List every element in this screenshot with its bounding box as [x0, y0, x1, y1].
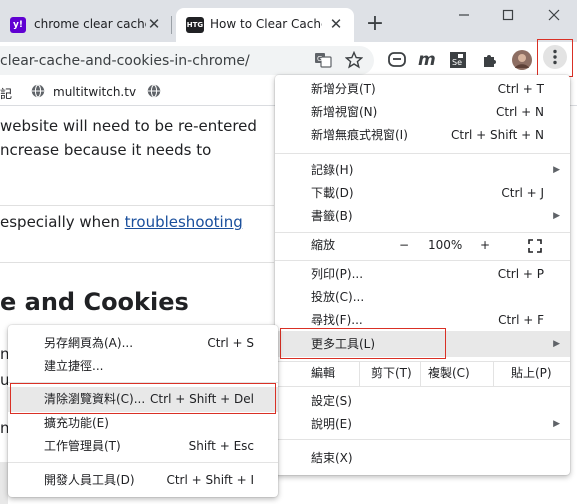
tab-title: chrome clear cache: [34, 17, 146, 31]
menu-separator: [275, 439, 570, 440]
edit-divider: [420, 362, 421, 386]
submenu-item-task-manager[interactable]: 工作管理員(T) Shift + Esc: [8, 435, 278, 458]
globe-icon: [31, 84, 45, 101]
menu-item-cast[interactable]: 投放(C)...: [275, 286, 570, 309]
translate-icon[interactable]: G: [314, 51, 332, 69]
menu-item-help[interactable]: 說明(E) ▶: [275, 413, 570, 436]
submenu-arrow-icon: ▶: [553, 419, 560, 429]
divider: [0, 262, 274, 263]
tab-chrome-clear-cache[interactable]: y! chrome clear cache ✕: [0, 8, 172, 42]
tab-strip: y! chrome clear cache ✕ HTG How to Clear…: [0, 0, 577, 42]
extension-se-icon[interactable]: Se: [449, 51, 467, 69]
menu-item-new-tab[interactable]: 新增分頁(T) Ctrl + T: [275, 78, 570, 101]
menu-separator: [275, 260, 570, 261]
zoom-out-button[interactable]: −: [393, 234, 415, 257]
edit-row: 編輯 剪下(T) 複製(C) 貼上(P): [275, 362, 570, 385]
svg-text:Se: Se: [452, 58, 462, 67]
bookmark-star-icon[interactable]: [344, 50, 364, 69]
menu-separator: [275, 232, 570, 233]
article-line: especially when troubleshooting: [0, 213, 243, 231]
close-window-icon[interactable]: [540, 6, 568, 24]
paste-button[interactable]: 貼上(P): [511, 362, 552, 385]
submenu-arrow-icon: ▶: [553, 211, 560, 221]
menu-item-history[interactable]: 記錄(H) ▶: [275, 159, 570, 182]
globe-icon[interactable]: [147, 84, 161, 101]
zoom-row: 縮放 − 100% +: [275, 234, 570, 257]
tab-title: How to Clear Cache: [210, 17, 322, 31]
svg-text:G: G: [317, 55, 322, 63]
menu-item-bookmarks[interactable]: 書籤(B) ▶: [275, 205, 570, 228]
submenu-item-developer-tools[interactable]: 開發人員工具(D) Ctrl + Shift + I: [8, 469, 278, 492]
more-tools-highlight: [280, 328, 446, 359]
toolbar: clear-cache-and-cookies-in-chrome/ G m S…: [0, 39, 577, 78]
divider: [0, 205, 274, 206]
zoom-level: 100%: [428, 238, 463, 252]
menu-item-exit[interactable]: 結束(X): [275, 447, 570, 470]
extensions-puzzle-icon[interactable]: [481, 51, 499, 69]
bookmark-item[interactable]: 記: [0, 85, 12, 102]
bookmark-multitwitch[interactable]: multitwitch.tv: [53, 85, 136, 99]
menu-separator: [275, 153, 570, 154]
cut-button[interactable]: 剪下(T): [371, 362, 412, 385]
url-text: clear-cache-and-cookies-in-chrome/: [0, 53, 250, 69]
extension-chat-icon[interactable]: [388, 51, 406, 69]
clear-browsing-data-highlight: [10, 383, 276, 414]
troubleshooting-link[interactable]: troubleshooting: [125, 213, 243, 231]
maximize-icon[interactable]: [494, 6, 522, 24]
page-image-fragment: [0, 462, 8, 504]
menu-item-print[interactable]: 列印(P)... Ctrl + P: [275, 263, 570, 286]
zoom-in-button[interactable]: +: [475, 234, 495, 257]
profile-avatar[interactable]: [512, 50, 532, 70]
article-line: ncrease because it needs to: [0, 141, 212, 159]
menu-separator: [8, 462, 278, 463]
article-line: website will need to be re-entered: [0, 117, 257, 135]
submenu-item-extensions[interactable]: 擴充功能(E): [8, 412, 278, 435]
minimize-icon[interactable]: [450, 6, 478, 24]
zoom-label: 縮放: [311, 238, 336, 252]
submenu-arrow-icon: ▶: [553, 339, 560, 349]
yahoo-favicon-icon: y!: [10, 17, 26, 33]
submenu-arrow-icon: ▶: [553, 165, 560, 175]
htg-favicon-icon: HTG: [186, 17, 204, 33]
chrome-menu-button[interactable]: [543, 45, 567, 69]
menu-item-downloads[interactable]: 下載(D) Ctrl + J: [275, 182, 570, 205]
more-tools-submenu: 另存網頁為(A)... Ctrl + S 建立捷徑... 清除瀏覽資料(C)..…: [8, 325, 278, 497]
menu-separator: [275, 386, 570, 387]
fullscreen-icon[interactable]: [528, 238, 542, 261]
copy-button[interactable]: 複製(C): [428, 362, 470, 385]
submenu-item-create-shortcut[interactable]: 建立捷徑...: [8, 355, 278, 378]
chrome-main-menu: 新增分頁(T) Ctrl + T 新增視窗(N) Ctrl + N 新增無痕式視…: [275, 75, 570, 475]
menu-item-new-window[interactable]: 新增視窗(N) Ctrl + N: [275, 101, 570, 124]
edit-divider: [359, 362, 360, 386]
edit-label: 編輯: [311, 366, 336, 380]
tab-how-to-clear-cache[interactable]: HTG How to Clear Cache ✕: [176, 8, 354, 42]
section-heading: e and Cookies: [0, 288, 189, 316]
extension-m-icon[interactable]: m: [418, 51, 436, 69]
new-tab-button[interactable]: +: [362, 12, 388, 38]
menu-item-new-incognito-window[interactable]: 新增無痕式視窗(I) Ctrl + Shift + N: [275, 124, 570, 147]
edit-divider: [493, 362, 494, 386]
close-tab-icon[interactable]: ✕: [328, 16, 344, 32]
menu-item-settings[interactable]: 設定(S): [275, 390, 570, 413]
submenu-item-save-page[interactable]: 另存網頁為(A)... Ctrl + S: [8, 332, 278, 355]
close-tab-icon[interactable]: ✕: [146, 16, 162, 32]
